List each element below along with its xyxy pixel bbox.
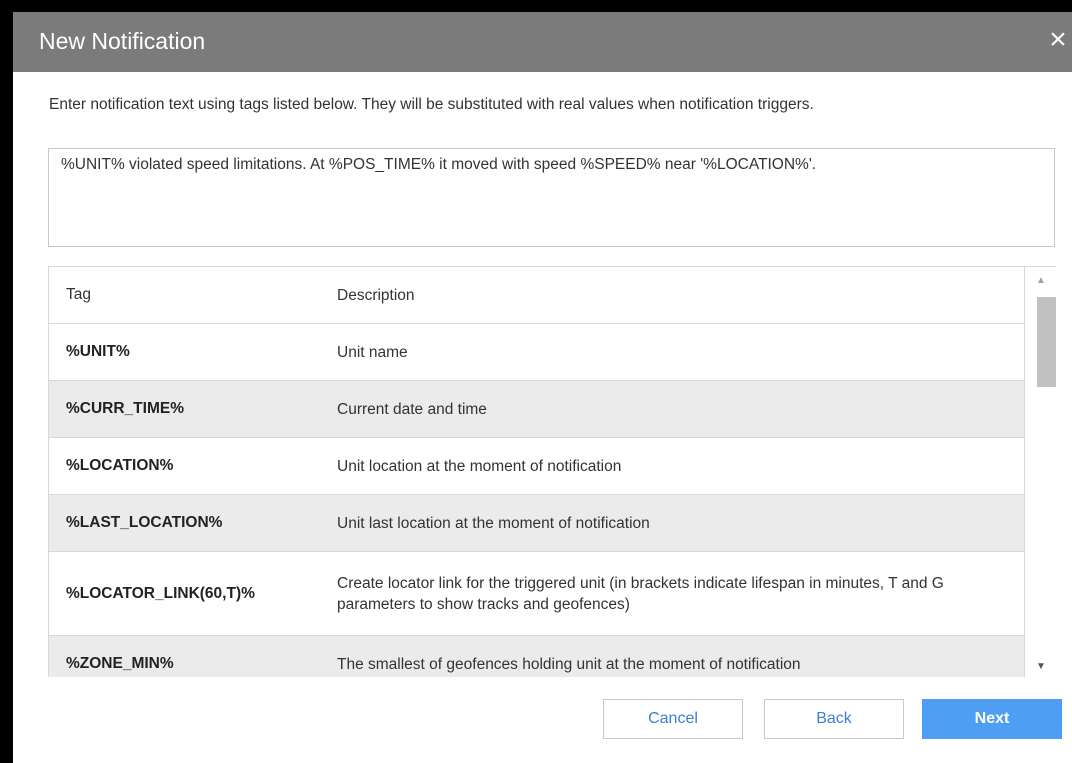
tag-cell: %CURR_TIME% (66, 400, 184, 417)
description-cell: The smallest of geofences holding unit a… (337, 655, 801, 673)
cancel-button[interactable]: Cancel (603, 699, 743, 739)
table-row[interactable]: %ZONE_MIN% The smallest of geofences hol… (49, 636, 1025, 677)
description-cell: Current date and time (337, 400, 487, 418)
description-cell: Unit last location at the moment of noti… (337, 514, 650, 532)
table-row[interactable]: %LOCATOR_LINK(60,T)% Create locator link… (49, 552, 1025, 636)
back-button[interactable]: Back (764, 699, 904, 739)
description-cell: Unit name (337, 343, 408, 361)
header-description: Description (337, 286, 415, 304)
description-cell: Create locator link for the triggered un… (337, 574, 944, 613)
table-scrollbar[interactable]: ▲ ▼ (1026, 267, 1056, 677)
scroll-up-arrow-icon[interactable]: ▲ (1026, 271, 1056, 291)
scrollbar-thumb[interactable] (1037, 297, 1056, 387)
tag-cell: %ZONE_MIN% (66, 655, 174, 672)
notification-text-input[interactable] (48, 148, 1055, 247)
scroll-down-arrow-icon[interactable]: ▼ (1026, 657, 1056, 677)
new-notification-dialog: New Notification × Enter notification te… (13, 12, 1072, 763)
table-row[interactable]: %LAST_LOCATION% Unit last location at th… (49, 495, 1025, 552)
tags-table: Tag Description %UNIT% Unit name %CURR_T… (48, 266, 1056, 677)
tag-cell: %LAST_LOCATION% (66, 514, 223, 531)
tags-table-body: Tag Description %UNIT% Unit name %CURR_T… (49, 267, 1025, 677)
next-button[interactable]: Next (922, 699, 1062, 739)
table-row[interactable]: %LOCATION% Unit location at the moment o… (49, 438, 1025, 495)
table-row[interactable]: %UNIT% Unit name (49, 324, 1025, 381)
instructions-text: Enter notification text using tags liste… (49, 96, 814, 113)
close-icon[interactable]: × (1044, 25, 1072, 55)
description-cell: Unit location at the moment of notificat… (337, 457, 622, 475)
dialog-title: New Notification (39, 28, 206, 54)
dialog-titlebar: New Notification × (13, 12, 1072, 72)
table-header-row: Tag Description (49, 267, 1025, 324)
tag-cell: %LOCATOR_LINK(60,T)% (66, 584, 255, 602)
tag-cell: %LOCATION% (66, 457, 174, 474)
header-tag: Tag (66, 286, 91, 303)
table-row[interactable]: %CURR_TIME% Current date and time (49, 381, 1025, 438)
tag-cell: %UNIT% (66, 343, 130, 360)
